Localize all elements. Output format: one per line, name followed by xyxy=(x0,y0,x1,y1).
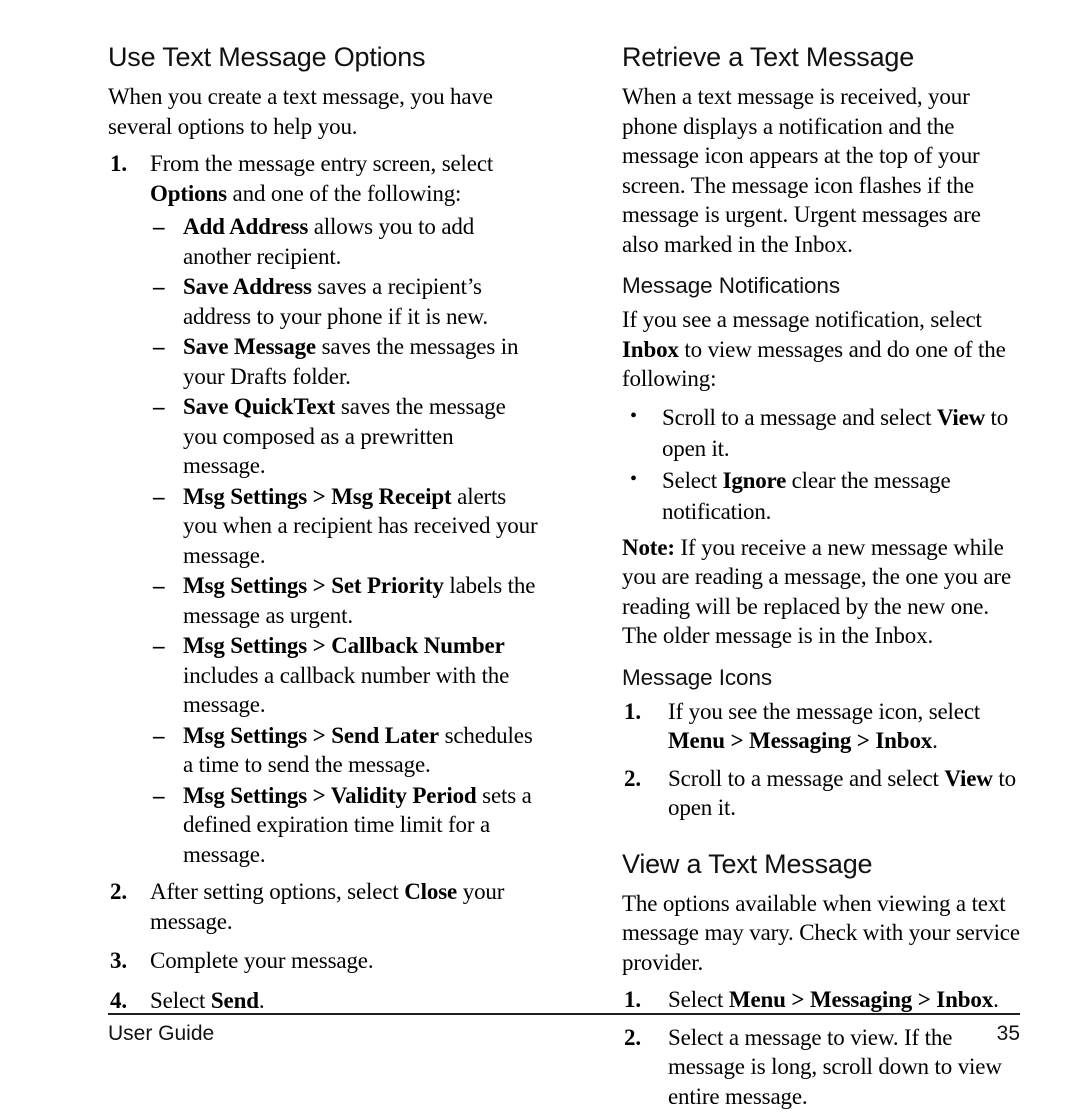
step-marker: 1. xyxy=(624,987,641,1012)
footer-divider xyxy=(108,1013,1020,1015)
bullet-marker: • xyxy=(630,467,637,490)
section-heading-view-a-text-message: View a Text Message xyxy=(622,848,873,879)
step-text-after-bold: . xyxy=(932,728,938,753)
subheading-message-icons: Message Icons xyxy=(622,664,773,690)
subheading-message-notifications: Message Notifications xyxy=(622,273,841,298)
left-column: Use Text Message Options When you create… xyxy=(0,42,540,1115)
step-text-after-bold: . xyxy=(258,987,265,1013)
step-text-before-bold: From the message entry screen, select xyxy=(150,151,494,176)
dash-marker: – xyxy=(153,782,165,808)
ui-path-menu-messaging-inbox: Menu > Messaging > Inbox xyxy=(668,728,933,753)
footer-page-number: 35 xyxy=(996,1022,1020,1045)
note-label: Note: xyxy=(622,534,675,560)
option-description: includes a callback number with the mess… xyxy=(183,662,510,718)
right-column: Retrieve a Text Message When a text mess… xyxy=(540,42,1080,1115)
step-text-after-bold: . xyxy=(993,987,999,1012)
note-text: If you receive a new message while you a… xyxy=(622,534,1012,649)
list-item-step-2: 2. After setting options, select Close yo… xyxy=(108,877,540,936)
ui-term-view: View xyxy=(936,404,985,430)
ui-term-close: Close xyxy=(404,879,458,904)
dash-marker: – xyxy=(153,573,165,598)
list-item: – Save Address saves a recipient’s addres… xyxy=(153,272,540,331)
message-options-list: – Add Address allows you to add another r… xyxy=(108,212,540,869)
bullet-text-before-bold: Scroll to a message and select xyxy=(662,404,937,430)
dash-marker: – xyxy=(153,274,165,299)
ui-term-send: Send xyxy=(210,987,259,1013)
list-item-step-2: 2. Scroll to a message and select View to… xyxy=(622,764,1022,823)
option-term: Msg Settings > Validity Period xyxy=(183,782,477,808)
list-item: – Msg Settings > Send Later schedules a t… xyxy=(153,721,540,780)
ui-path-menu-messaging-inbox: Menu > Messaging > Inbox xyxy=(728,987,994,1012)
option-term: Add Address xyxy=(183,214,309,239)
step-text-after-bold: and one of the following: xyxy=(226,180,462,206)
step-marker: 1. xyxy=(110,151,127,176)
list-item: – Save QuickText saves the message you co… xyxy=(153,392,540,481)
option-term: Msg Settings > Set Priority xyxy=(183,573,444,598)
view-message-intro-paragraph: The options available when viewing a tex… xyxy=(622,890,1020,975)
ui-term-ignore: Ignore xyxy=(722,467,787,493)
step-marker: 2. xyxy=(624,765,641,791)
lead-text-before-bold: If you see a message notification, selec… xyxy=(622,307,982,332)
option-term: Msg Settings > Send Later xyxy=(183,722,439,748)
list-item: – Msg Settings > Msg Receipt alerts you w… xyxy=(153,482,540,571)
option-term: Msg Settings > Msg Receipt xyxy=(183,483,452,509)
notification-actions-list: • Scroll to a message and select View to … xyxy=(622,402,1022,527)
step-marker: 3. xyxy=(110,948,127,973)
ui-term-inbox: Inbox xyxy=(622,336,679,362)
list-item: • Scroll to a message and select View to … xyxy=(626,402,1022,464)
footer-document-title: User Guide xyxy=(108,1022,215,1045)
bullet-text-before-bold: Select xyxy=(662,467,723,493)
step-text-before-bold: If you see the message icon, select xyxy=(668,698,981,724)
retrieve-intro-paragraph: When a text message is received, your ph… xyxy=(622,84,981,257)
dash-marker: – xyxy=(153,633,165,658)
list-item: • Select Ignore clear the message notific… xyxy=(626,465,1022,527)
lead-text-after-bold: to view messages and do one of the follo… xyxy=(622,336,1006,392)
step-marker: 2. xyxy=(110,879,127,904)
view-message-steps-list: 1. Select Menu > Messaging > Inbox. 2. Sel… xyxy=(622,985,1022,1111)
step-text: Complete your message. xyxy=(150,948,374,973)
list-item: – Msg Settings > Validity Period sets a d… xyxy=(153,781,540,870)
dash-marker: – xyxy=(153,394,165,419)
list-item-step-1: 1. From the message entry screen, select … xyxy=(108,149,540,208)
list-item: – Add Address allows you to add another r… xyxy=(153,212,540,271)
step-text-before-bold: Scroll to a message and select xyxy=(668,765,945,791)
list-item-step-1: 1. If you see the message icon, select Me… xyxy=(622,697,1022,756)
message-icons-steps-list: 1. If you see the message icon, select Me… xyxy=(622,697,1022,823)
option-term: Save QuickText xyxy=(183,394,336,419)
dash-marker: – xyxy=(153,214,165,239)
ui-term-view: View xyxy=(944,765,993,791)
list-item-step-4: 4. Select Send. xyxy=(108,986,540,1016)
dash-marker: – xyxy=(153,483,165,509)
option-term: Msg Settings > Callback Number xyxy=(183,633,505,658)
step-text-before-bold: After setting options, select xyxy=(150,879,405,904)
step-text-before-bold: Select xyxy=(668,987,729,1012)
section-heading-retrieve-a-text-message: Retrieve a Text Message xyxy=(622,42,915,72)
page-footer: User Guide 35 xyxy=(108,1022,1020,1046)
notifications-lead-paragraph: If you see a message notification, selec… xyxy=(622,305,1022,394)
list-item: – Msg Settings > Callback Number includes… xyxy=(153,631,540,720)
option-term: Save Message xyxy=(183,334,316,359)
ui-term-options: Options xyxy=(150,180,227,206)
closing-steps-list: 2. After setting options, select Close yo… xyxy=(108,877,540,1015)
intro-paragraph: When you create a text message, you have… xyxy=(108,84,493,139)
list-item-step-3: 3. Complete your message. xyxy=(108,946,540,976)
list-item: – Msg Settings > Set Priority labels the … xyxy=(153,571,540,630)
list-item-step-1: 1. Select Menu > Messaging > Inbox. xyxy=(622,985,1022,1015)
note-paragraph: Note: If you receive a new message while… xyxy=(622,533,1022,651)
option-term: Save Address xyxy=(183,274,312,299)
options-procedure-list: 1. From the message entry screen, select … xyxy=(108,149,540,208)
step-marker: 1. xyxy=(624,698,641,724)
two-column-body: Use Text Message Options When you create… xyxy=(0,42,1080,1115)
bullet-marker: • xyxy=(630,404,637,427)
dash-marker: – xyxy=(153,334,165,359)
step-marker: 4. xyxy=(110,987,127,1013)
step-text-before-bold: Select xyxy=(150,987,211,1013)
list-item: – Save Message saves the messages in your… xyxy=(153,332,540,391)
section-heading-use-text-message-options: Use Text Message Options xyxy=(108,42,426,72)
dash-marker: – xyxy=(153,722,165,748)
document-page: Use Text Message Options When you create… xyxy=(0,0,1080,1109)
